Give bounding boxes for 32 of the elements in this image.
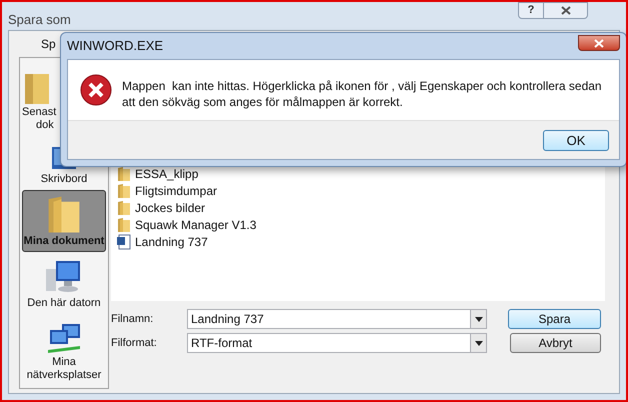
dialog-title: WINWORD.EXE <box>67 37 164 56</box>
close-icon[interactable] <box>560 6 570 15</box>
sidebar-item[interactable]: Senast dok <box>19 68 103 140</box>
cancel-button[interactable]: Avbryt <box>510 333 601 353</box>
error-message: Mappen kan inte hittas. Högerklicka på ikonen för , välj Egenskaper och kontrollera sedan att den sökväg som anges för målmappen är korrekt. <box>122 78 603 110</box>
file-item[interactable]: Jockes bilder <box>117 199 605 216</box>
file-item[interactable]: ESSA_klipp <box>117 165 605 182</box>
sidebar-item[interactable]: Mina dokument <box>22 190 106 252</box>
folder-icon <box>117 182 131 198</box>
file-item[interactable]: Landning 737 <box>117 233 605 250</box>
format-dropdown[interactable]: RTF-format <box>187 333 487 353</box>
file-item[interactable]: Fligtsimdumpar <box>117 182 605 199</box>
location-label: Sp <box>41 36 56 53</box>
folder-icon <box>22 72 52 106</box>
format-label: Filformat: <box>111 336 158 351</box>
ok-button[interactable]: OK <box>543 130 609 150</box>
filename-field[interactable]: Landning 737 <box>187 309 487 329</box>
folder-icon <box>117 200 131 216</box>
folder-icon <box>117 216 131 232</box>
sidebar-item[interactable]: Mina nätverksplatser <box>22 314 106 386</box>
window-title: Spara som <box>8 11 71 29</box>
dialog-close-button[interactable] <box>578 35 620 51</box>
save-button[interactable]: Spara <box>508 309 601 329</box>
file-item[interactable]: Squawk Manager V1.3 <box>117 216 605 233</box>
sidebar-item[interactable]: Den här datorn <box>22 252 106 314</box>
error-icon <box>80 74 112 106</box>
close-button[interactable] <box>544 2 588 19</box>
help-button[interactable]: ? <box>518 2 544 19</box>
folder-icon <box>117 166 131 182</box>
document-icon <box>117 234 131 250</box>
filename-label: Filnamn: <box>111 312 154 327</box>
folder-icon <box>46 194 82 235</box>
